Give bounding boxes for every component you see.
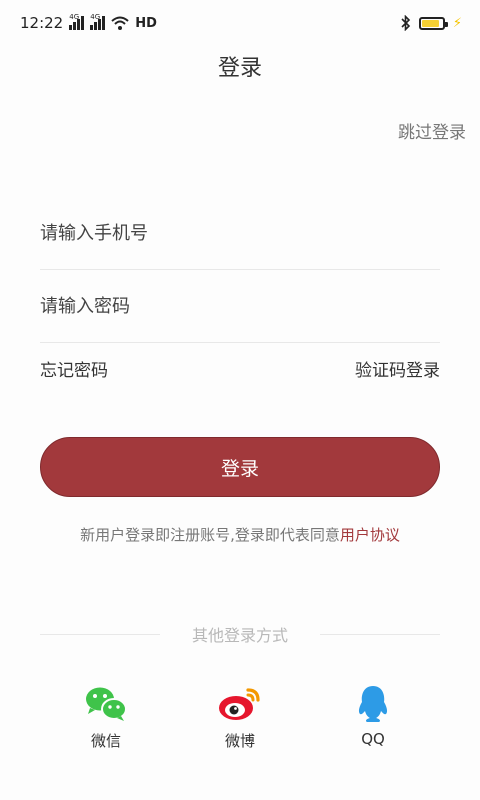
status-right: ⚡ bbox=[401, 15, 462, 31]
terms-description: 新用户登录即注册账号,登录即代表同意 bbox=[80, 526, 340, 544]
qq-icon-wrap bbox=[333, 684, 413, 724]
divider-line-left bbox=[40, 633, 160, 635]
page-title: 登录 bbox=[217, 56, 262, 81]
qq-label: QQ bbox=[361, 730, 385, 748]
weibo-icon-wrap bbox=[200, 684, 280, 724]
phone-field-row bbox=[40, 198, 440, 270]
other-login-label: 其他登录方式 bbox=[191, 626, 288, 645]
wifi-icon bbox=[111, 16, 129, 30]
skip-login-link[interactable]: 跳过登录 bbox=[398, 118, 466, 143]
weibo-icon bbox=[219, 688, 260, 720]
signal-icon-2: 4G bbox=[90, 13, 106, 30]
weibo-label: 微博 bbox=[224, 732, 255, 750]
terms-text: 新用户登录即注册账号,登录即代表同意用户协议 bbox=[0, 524, 480, 545]
link-row: 忘记密码 验证码登录 bbox=[40, 356, 440, 381]
signal-icon-1: 4G bbox=[69, 13, 85, 30]
charging-icon: ⚡ bbox=[452, 15, 462, 31]
login-button[interactable]: 登录 bbox=[40, 437, 440, 497]
wechat-icon bbox=[86, 687, 127, 721]
bluetooth-icon bbox=[401, 15, 410, 31]
status-bar: 12:22 4G 4G HD ⚡ bbox=[0, 0, 480, 46]
password-field-row bbox=[40, 271, 440, 343]
status-left: 12:22 4G 4G HD bbox=[20, 13, 157, 33]
status-time: 12:22 bbox=[20, 14, 64, 32]
phone-input[interactable] bbox=[40, 223, 440, 244]
other-login-divider: 其他登录方式 bbox=[40, 622, 440, 646]
wechat-label: 微信 bbox=[90, 732, 121, 750]
divider-line-right bbox=[319, 633, 440, 635]
battery-icon bbox=[418, 16, 448, 30]
weibo-login-button[interactable]: 微博 bbox=[200, 684, 280, 751]
wechat-login-button[interactable]: 微信 bbox=[66, 684, 146, 751]
qq-login-button[interactable]: QQ bbox=[333, 684, 413, 748]
wechat-icon-wrap bbox=[66, 684, 146, 724]
user-agreement-link[interactable]: 用户协议 bbox=[340, 526, 400, 544]
network-label-1: 4G bbox=[69, 13, 80, 21]
hd-icon: HD bbox=[135, 15, 157, 31]
forgot-password-link[interactable]: 忘记密码 bbox=[40, 356, 108, 381]
password-input[interactable] bbox=[40, 296, 440, 317]
network-label-2: 4G bbox=[90, 13, 101, 21]
sms-login-link[interactable]: 验证码登录 bbox=[355, 356, 440, 381]
qq-icon bbox=[358, 686, 388, 722]
